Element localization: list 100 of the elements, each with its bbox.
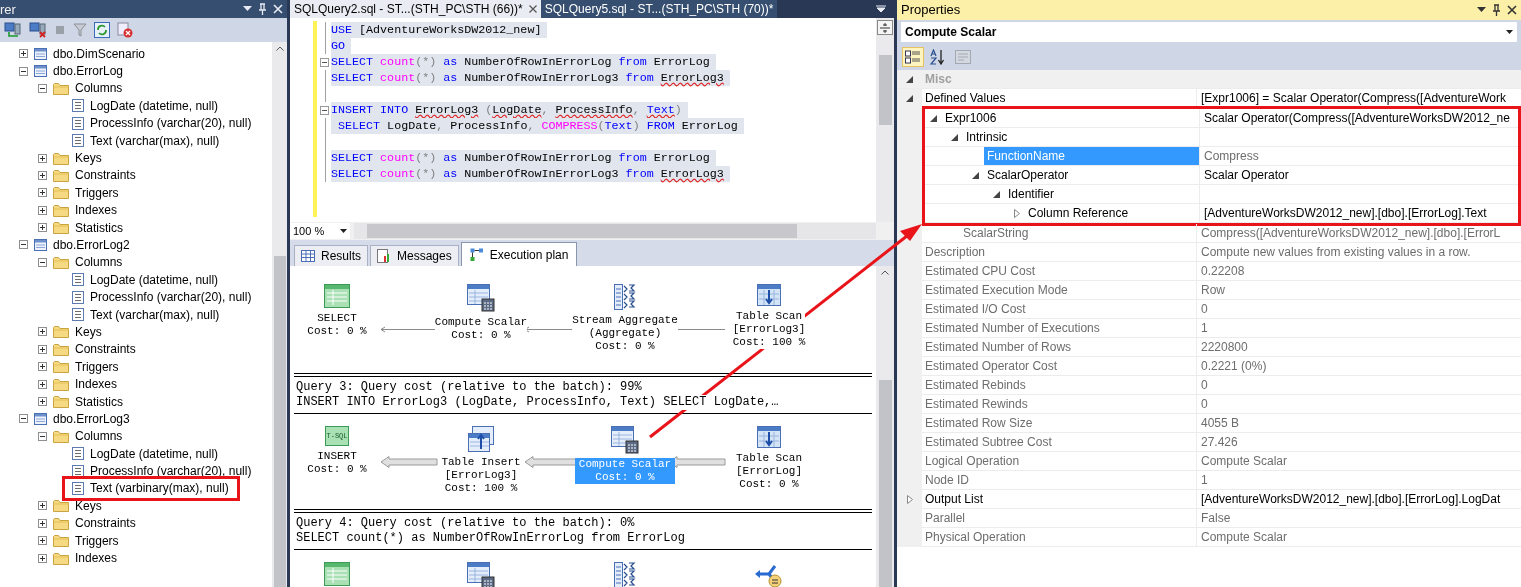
table-calculator-icon[interactable] bbox=[611, 426, 639, 454]
expand-toggle[interactable] bbox=[38, 362, 47, 372]
tree-item-label[interactable]: ProcessInfo (varchar(20), null) bbox=[90, 117, 252, 130]
close-icon[interactable] bbox=[528, 5, 537, 13]
tree-item-label[interactable]: LogDate (datetime, null) bbox=[90, 447, 219, 460]
tree-item-label[interactable]: Constraints bbox=[75, 343, 136, 356]
property-name[interactable]: Estimated Rewinds bbox=[922, 395, 1196, 413]
categorized-button[interactable] bbox=[902, 47, 924, 67]
tree-item-label[interactable]: Columns bbox=[75, 82, 123, 95]
collapse-toggle[interactable] bbox=[19, 240, 28, 250]
horizontal-scrollbar[interactable] bbox=[354, 223, 876, 239]
table-calculator-icon[interactable] bbox=[467, 562, 495, 587]
tree-item-label[interactable]: Statistics bbox=[75, 395, 123, 408]
tree-item-label[interactable]: Keys bbox=[75, 499, 102, 512]
collapse-toggle[interactable] bbox=[38, 431, 47, 441]
tree-item-label[interactable]: dbo.ErrorLog bbox=[53, 65, 124, 78]
tree-item-label[interactable]: Indexes bbox=[75, 204, 118, 217]
property-name[interactable]: Estimated Number of Rows bbox=[922, 338, 1196, 356]
collapse-toggle[interactable] bbox=[38, 257, 47, 267]
tree-item-label[interactable]: LogDate (datetime, null) bbox=[90, 99, 219, 112]
property-name[interactable]: Estimated I/O Cost bbox=[922, 300, 1196, 318]
zoom-dropdown[interactable]: 100 % bbox=[290, 223, 350, 239]
split-arrow-icon[interactable] bbox=[755, 562, 783, 587]
object-selector[interactable]: Compute Scalar bbox=[901, 22, 1517, 42]
table-up-arrow-icon[interactable] bbox=[468, 426, 494, 452]
property-name[interactable]: Physical Operation bbox=[922, 528, 1196, 546]
property-name[interactable]: Estimated Rebinds bbox=[922, 376, 1196, 394]
expander-icon[interactable] bbox=[930, 114, 937, 122]
grid-icon[interactable] bbox=[324, 562, 350, 586]
property-name[interactable]: Defined Values bbox=[922, 89, 1196, 107]
property-name[interactable]: Description bbox=[922, 243, 1196, 261]
disconnect-icon[interactable] bbox=[29, 22, 47, 38]
tab-list-dropdown-icon[interactable] bbox=[876, 5, 886, 13]
expand-toggle[interactable] bbox=[38, 536, 47, 546]
fold-toggle-icon[interactable] bbox=[320, 105, 329, 115]
tree-item-label[interactable]: LogDate (datetime, null) bbox=[90, 273, 219, 286]
expand-toggle[interactable] bbox=[38, 205, 47, 215]
collapse-toggle[interactable] bbox=[38, 83, 47, 93]
expander-icon[interactable] bbox=[993, 190, 1000, 198]
operator-label[interactable]: Table Scan [ErrorLog3] Cost: 100 % bbox=[732, 310, 806, 349]
dropdown-arrow-icon[interactable] bbox=[243, 6, 252, 12]
tree-item-label[interactable]: Keys bbox=[75, 152, 102, 165]
result-tab[interactable]: Execution plan bbox=[460, 242, 578, 266]
expand-toggle[interactable] bbox=[38, 397, 47, 406]
sigma-icon[interactable] bbox=[614, 284, 636, 310]
tree-item-label[interactable]: dbo.DimScenario bbox=[53, 47, 146, 60]
expander-icon[interactable] bbox=[906, 75, 913, 83]
dropdown-arrow-icon[interactable] bbox=[1477, 7, 1486, 13]
tree-item-label[interactable]: Text (varchar(max), null) bbox=[90, 134, 220, 147]
collapse-toggle[interactable] bbox=[19, 66, 28, 76]
close-icon[interactable] bbox=[1507, 5, 1517, 15]
property-name[interactable]: Estimated CPU Cost bbox=[922, 262, 1196, 280]
sigma-icon[interactable] bbox=[614, 562, 636, 587]
result-tab[interactable]: Results bbox=[294, 245, 368, 266]
tree-item-label[interactable]: Text (varbinary(max), null) bbox=[90, 482, 229, 495]
expand-toggle[interactable] bbox=[38, 379, 47, 389]
tree-item-label[interactable]: Triggers bbox=[75, 186, 119, 199]
tree-item-label[interactable]: ProcessInfo (varchar(20), null) bbox=[90, 465, 252, 478]
property-name[interactable]: Estimated Row Size bbox=[922, 414, 1196, 432]
property-name[interactable]: Column Reference bbox=[1025, 204, 1199, 222]
expand-toggle[interactable] bbox=[19, 49, 28, 59]
property-name[interactable]: ScalarOperator bbox=[984, 166, 1199, 184]
tree-item-label[interactable]: dbo.ErrorLog2 bbox=[53, 239, 130, 251]
tree-item-label[interactable]: Columns bbox=[75, 256, 123, 269]
table-calculator-icon[interactable] bbox=[467, 284, 495, 312]
expand-toggle[interactable] bbox=[38, 518, 47, 528]
expand-toggle[interactable] bbox=[38, 553, 47, 563]
scrollbar-thumb[interactable] bbox=[273, 256, 286, 587]
script-stop-icon[interactable] bbox=[117, 22, 133, 38]
tree-item-label[interactable]: Keys bbox=[75, 325, 102, 338]
tree-item-label[interactable]: ProcessInfo (varchar(20), null) bbox=[90, 291, 252, 304]
document-tab[interactable]: SQLQuery5.sql - ST...(STH_PC\STH (70))* bbox=[540, 0, 778, 18]
expander-icon[interactable] bbox=[972, 171, 979, 179]
tree-item-label[interactable]: dbo.ErrorLog3 bbox=[53, 412, 130, 425]
scrollbar[interactable] bbox=[876, 18, 894, 222]
scrollbar-thumb[interactable] bbox=[367, 224, 797, 238]
tree-item-label[interactable]: Indexes bbox=[75, 552, 118, 564]
scrollbar[interactable] bbox=[272, 42, 287, 587]
fold-toggle-icon[interactable] bbox=[320, 57, 329, 67]
tree-item-label[interactable]: Indexes bbox=[75, 378, 118, 391]
expand-toggle[interactable] bbox=[38, 501, 47, 511]
document-tab[interactable]: SQLQuery2.sql - ST...(STH_PC\STH (66))* bbox=[290, 0, 541, 18]
property-name[interactable]: Estimated Operator Cost bbox=[922, 357, 1196, 375]
tree-item-label[interactable]: Triggers bbox=[75, 360, 119, 373]
scrollbar[interactable] bbox=[876, 266, 894, 587]
result-tab[interactable]: Messages bbox=[370, 245, 459, 266]
property-name[interactable]: Parallel bbox=[922, 509, 1196, 527]
connect-icon[interactable] bbox=[4, 22, 22, 38]
tree-item-label[interactable]: Statistics bbox=[75, 221, 123, 234]
property-name[interactable]: Intrinsic bbox=[963, 128, 1199, 146]
tree-item-label[interactable]: Columns bbox=[75, 430, 123, 443]
expander-icon[interactable] bbox=[951, 133, 958, 141]
scrollbar-thumb[interactable] bbox=[878, 55, 892, 125]
property-name[interactable]: Identifier bbox=[1005, 185, 1199, 203]
expand-toggle[interactable] bbox=[38, 327, 47, 337]
refresh-icon[interactable] bbox=[94, 22, 110, 38]
expand-toggle[interactable] bbox=[38, 223, 47, 233]
property-name[interactable]: Expr1006 bbox=[942, 109, 1199, 127]
property-name[interactable]: Output List bbox=[922, 490, 1196, 508]
property-name[interactable]: Node ID bbox=[922, 471, 1196, 489]
